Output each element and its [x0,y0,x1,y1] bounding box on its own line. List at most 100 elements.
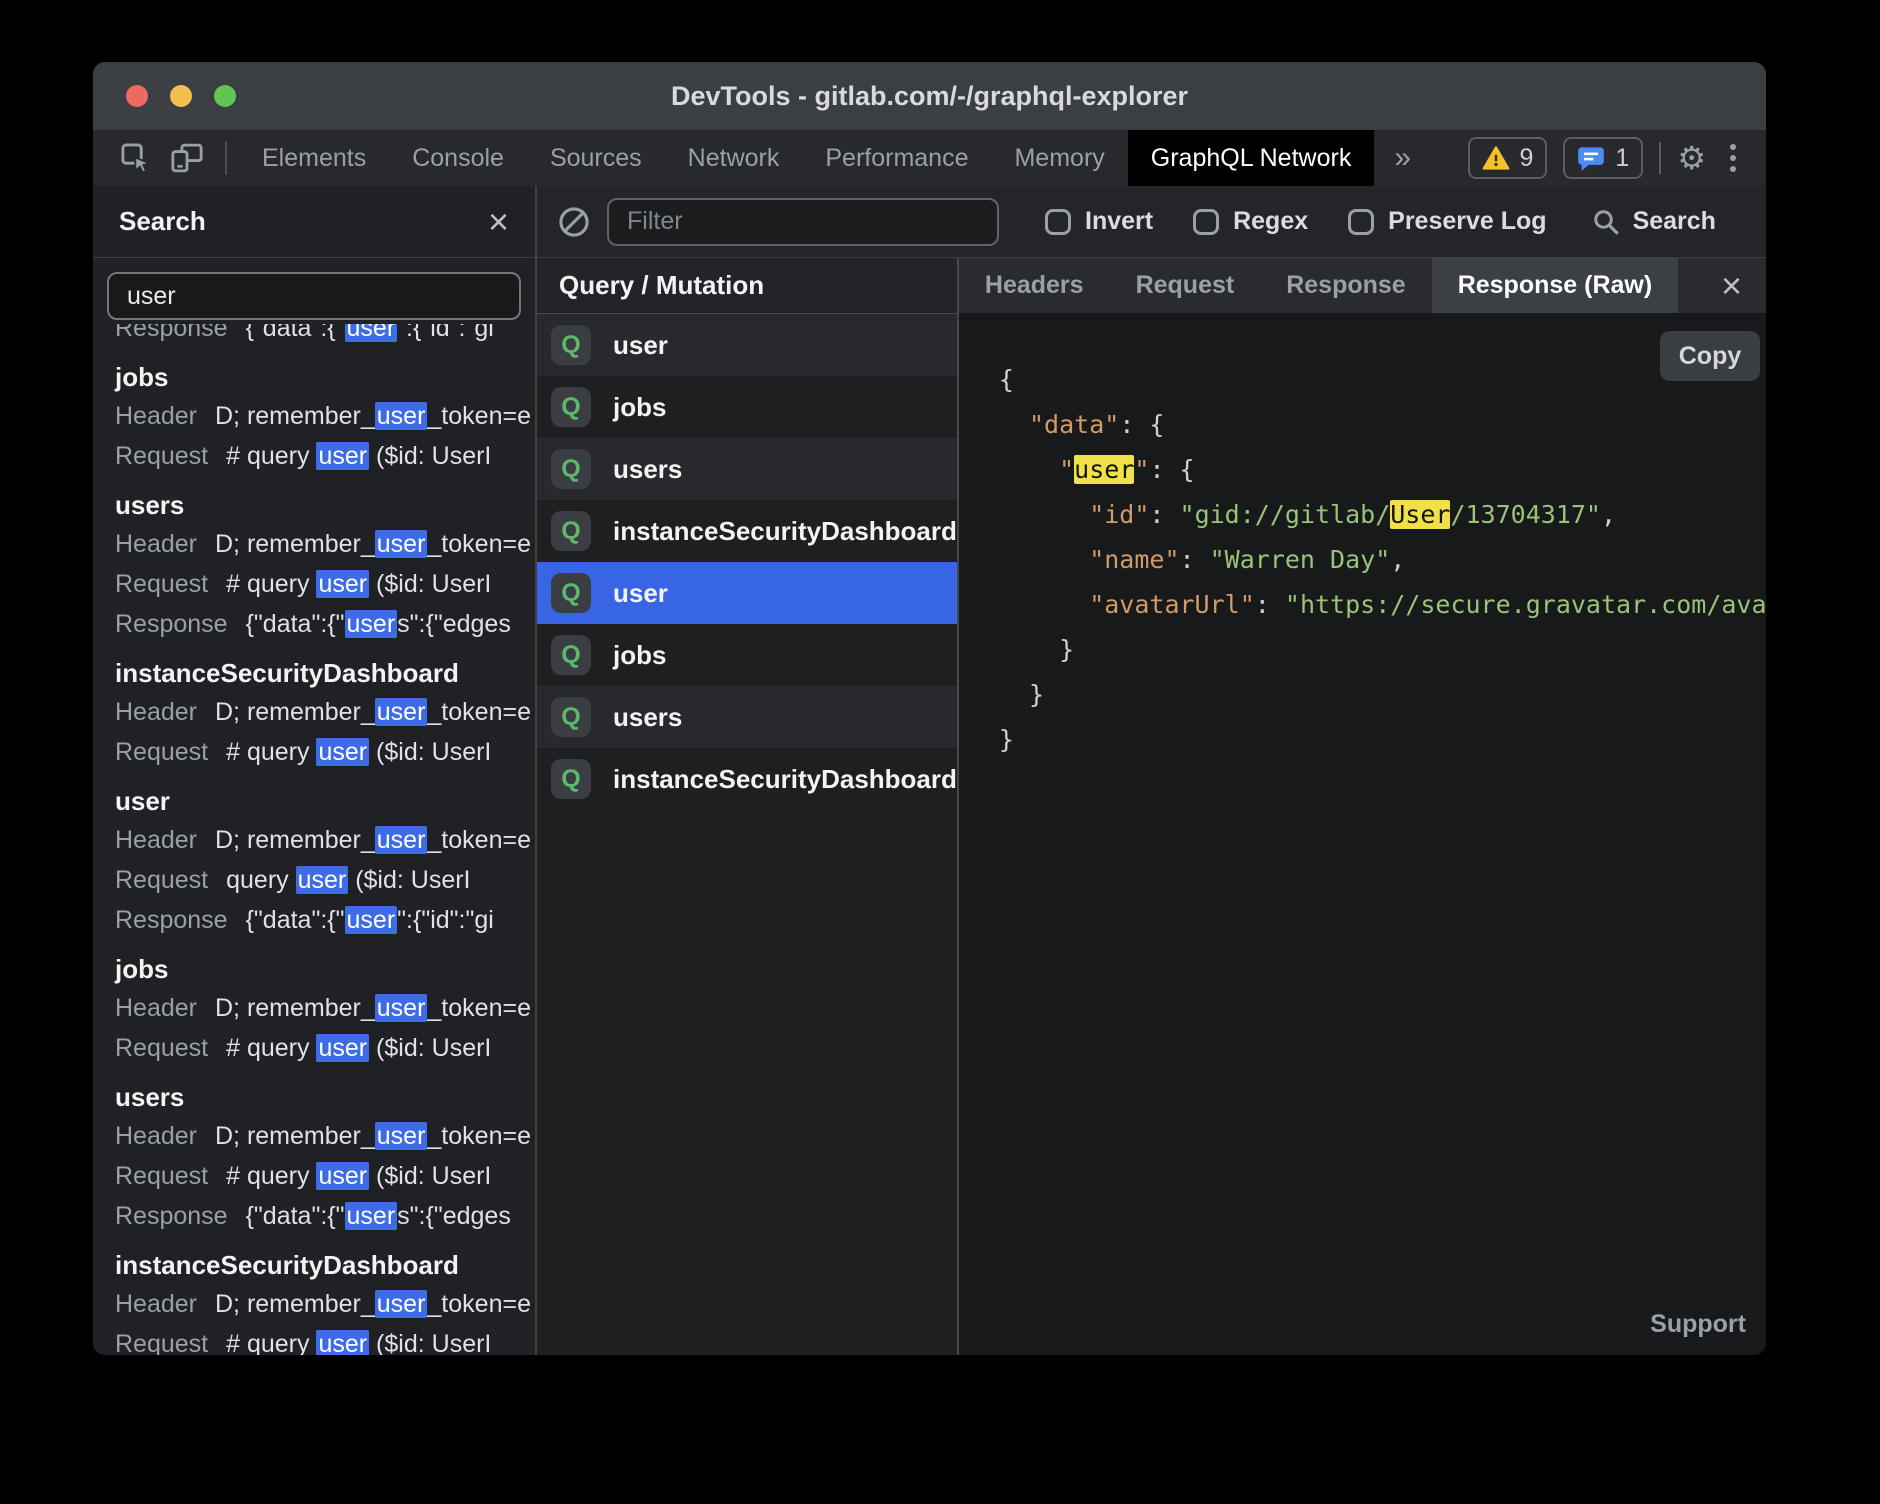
detail-tab-headers[interactable]: Headers [959,258,1110,313]
query-list-item[interactable]: Qjobs [537,624,957,686]
match-highlight: user [375,698,428,726]
content-row: Query / Mutation QuserQjobsQusersQinstan… [537,258,1766,1355]
search-result-line[interactable]: Request# query user ($id: UserI [115,732,535,772]
copy-button[interactable]: Copy [1660,331,1760,381]
filter-option-preserve-log[interactable]: Preserve Log [1348,207,1546,236]
search-result-field-label: Response [115,906,228,934]
search-input[interactable] [107,272,521,320]
network-column: InvertRegexPreserve Log Search Query / M… [537,186,1766,1355]
query-type-badge: Q [551,573,591,613]
search-icon [1591,207,1621,237]
json-line: { [999,357,1766,402]
filter-option-regex[interactable]: Regex [1193,207,1308,236]
search-result-line[interactable]: Response{"data":{"users":{"edges [115,604,535,644]
search-result-line[interactable]: HeaderD; remember_user_token=e [115,988,535,1028]
json-line: "id": "gid://gitlab/User/13704317", [999,492,1766,537]
search-result-line[interactable]: HeaderD; remember_user_token=e [115,1284,535,1324]
detail-tab-response[interactable]: Response [1260,258,1431,313]
match-highlight: user [316,738,369,766]
checkbox-preserve-log[interactable] [1348,209,1374,235]
search-result-line[interactable]: Response{"data":{"user":{"id":"gi [115,900,535,940]
query-list-item[interactable]: Qusers [537,686,957,748]
search-result-text: D; remember_user_token=e [215,698,531,726]
search-result-text: D; remember_user_token=e [215,1122,531,1150]
search-section-title: instanceSecurityDashboard [115,1246,535,1284]
maximize-button[interactable] [214,85,236,107]
search-result-line[interactable]: Request # query user ($id: UserI [115,1028,535,1068]
match-highlight: user [345,324,398,342]
kebab-menu-icon[interactable] [1722,144,1744,172]
toolbar-right-cluster: 9 1 ⚙ [1468,137,1767,179]
minimize-button[interactable] [170,85,192,107]
search-result-line[interactable]: HeaderD; remember_user_token=e [115,524,535,564]
search-result-text: D; remember_user_token=e [215,826,531,854]
devtools-tab-graphql-network[interactable]: GraphQL Network [1128,130,1375,186]
search-result-line[interactable]: Header D; remember_user_token=e [115,820,535,860]
match-highlight: user [316,442,369,470]
match-highlight: user [375,402,428,430]
json-line: "data": { [999,402,1766,447]
detail-tab-response-raw[interactable]: Response (Raw) [1432,258,1678,313]
checkbox-regex[interactable] [1193,209,1219,235]
devtools-tab-elements[interactable]: Elements [239,130,389,186]
device-toolbar-icon[interactable] [161,141,213,175]
warnings-badge[interactable]: 9 [1468,137,1548,179]
query-name: user [613,330,668,361]
messages-badge[interactable]: 1 [1563,137,1643,179]
search-results-list: Response{"data":{"user":{"id":"gijobsHea… [93,324,535,1355]
devtools-tab-network[interactable]: Network [665,130,803,186]
search-result-line[interactable]: Request# query user ($id: UserI [115,436,535,476]
close-icon[interactable]: × [1721,268,1766,304]
search-result-line[interactable]: HeaderD; remember_user_token=e [115,396,535,436]
devtools-tabs: ElementsConsoleSourcesNetworkPerformance… [239,130,1374,186]
search-result-line[interactable]: Request# query user ($id: UserI [115,564,535,604]
search-result-line[interactable]: Response{"data":{"users":{"edges [115,1196,535,1236]
query-list-item[interactable]: Quser [537,314,957,376]
query-list-item[interactable]: QinstanceSecurityDashboard [537,500,957,562]
close-button[interactable] [126,85,148,107]
search-result-text: # query user ($id: UserI [226,1034,491,1062]
search-panel: Search × Response{"data":{"user":{"id":"… [93,186,537,1355]
devtools-tab-console[interactable]: Console [389,130,527,186]
warning-icon [1482,145,1510,171]
search-result-field-label: Header [115,402,197,430]
clear-log-icon[interactable] [557,205,591,239]
search-result-field-label: Header [115,1290,197,1318]
search-result-text: {"data":{"user":{"id":"gi [246,324,494,342]
detail-tab-request[interactable]: Request [1110,258,1261,313]
checkbox-invert[interactable] [1045,209,1071,235]
checkbox-label: Invert [1085,207,1153,236]
search-panel-title: Search [119,206,206,237]
search-result-field-label: Request [115,1034,208,1062]
search-result-line[interactable]: Response{"data":{"user":{"id":"gi [115,324,535,348]
filter-option-invert[interactable]: Invert [1045,207,1153,236]
support-link[interactable]: Support [1650,1310,1746,1339]
query-list-item[interactable]: QinstanceSecurityDashboard [537,748,957,810]
search-result-field-label: Request [115,738,208,766]
inspect-element-icon[interactable] [93,141,161,175]
search-section-title: jobs [115,358,535,396]
filter-input[interactable] [607,198,999,246]
search-result-line[interactable]: Request# query user ($id: UserI [115,1156,535,1196]
filter-options: Invert Regex Preserve Log [999,207,1547,236]
search-result-line[interactable]: Requestquery user ($id: UserI [115,860,535,900]
search-result-field-label: Header [115,826,197,854]
filter-search-button[interactable]: Search [1591,207,1716,237]
query-list-item[interactable]: Qusers [537,438,957,500]
devtools-tab-performance[interactable]: Performance [802,130,991,186]
main-area: Search × Response{"data":{"user":{"id":"… [93,186,1766,1355]
close-icon[interactable]: × [488,204,509,240]
toolbar-divider [1659,142,1661,174]
settings-gear-icon[interactable]: ⚙ [1677,142,1706,174]
devtools-tab-sources[interactable]: Sources [527,130,665,186]
query-list-item-selected[interactable]: Quser [537,562,957,624]
json-line: } [999,717,1766,762]
search-result-line[interactable]: HeaderD; remember_user_token=e [115,1116,535,1156]
screen: DevTools - gitlab.com/-/graphql-explorer… [0,0,1880,1504]
search-result-text: # query user ($id: UserI [226,1330,491,1355]
query-list-item[interactable]: Qjobs [537,376,957,438]
search-result-line[interactable]: HeaderD; remember_user_token=e [115,692,535,732]
more-tabs-chevron-icon[interactable]: » [1374,141,1431,175]
search-result-line[interactable]: Request# query user ($id: UserI [115,1324,535,1355]
devtools-tab-memory[interactable]: Memory [991,130,1127,186]
